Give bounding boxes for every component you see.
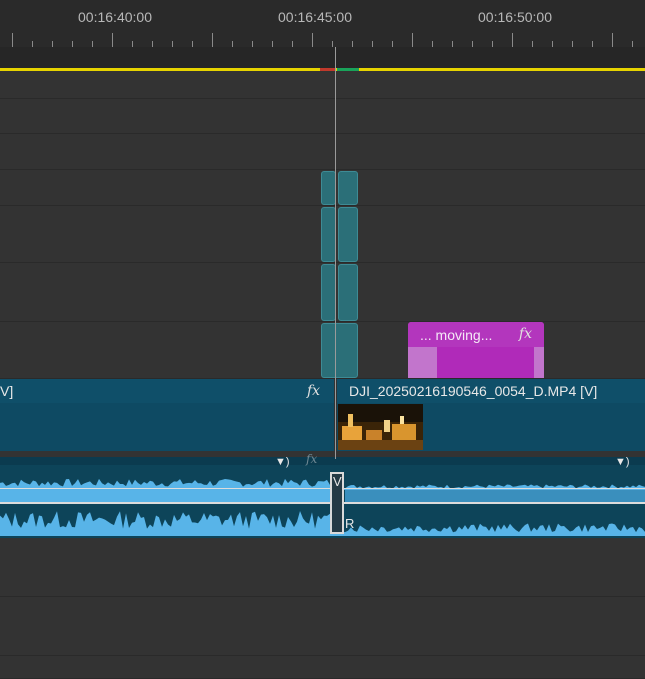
- transition-clip[interactable]: [338, 207, 358, 262]
- video-clip-label: V]: [0, 383, 14, 399]
- ruler-timecode: 00:16:40:00: [78, 9, 152, 25]
- ruler-tick: [512, 33, 513, 47]
- transition-clip[interactable]: [338, 264, 358, 321]
- fx-icon[interactable]: fx: [519, 326, 532, 342]
- ruler-tick: [12, 33, 13, 47]
- audio-waveform: [0, 478, 645, 536]
- timeline-ruler[interactable]: 00:16:40:00 00:16:45:00 00:16:50:00: [0, 0, 645, 47]
- ruler-timecode: 00:16:45:00: [278, 9, 352, 25]
- video-clip[interactable]: V] fx: [0, 379, 334, 451]
- cut-marker-label: R: [345, 516, 355, 531]
- transition-clip[interactable]: [321, 323, 358, 378]
- track-row[interactable]: [0, 597, 645, 656]
- ruler-tick: [312, 33, 313, 47]
- track-row[interactable]: [0, 538, 645, 597]
- fx-icon[interactable]: fx: [306, 452, 317, 466]
- video-clip[interactable]: DJI_20250216190546_0054_D.MP4 [V]: [337, 379, 645, 451]
- track-row[interactable]: [0, 71, 645, 99]
- fx-icon[interactable]: fx: [307, 383, 320, 399]
- ruler-tick: [612, 33, 613, 47]
- speaker-keyframe-icon[interactable]: ▼): [275, 456, 290, 468]
- ruler-tick: [212, 33, 213, 47]
- track-row[interactable]: [0, 656, 645, 679]
- track-row[interactable]: [0, 134, 645, 170]
- ruler-tick: [112, 33, 113, 47]
- cut-marker-label: V: [333, 474, 342, 489]
- title-clip-label: ... moving...: [420, 327, 493, 343]
- video-thumbnail: [338, 404, 423, 450]
- transition-clip[interactable]: [321, 207, 336, 262]
- transition-clip[interactable]: [338, 171, 358, 205]
- ruler-timecode: 00:16:50:00: [478, 9, 552, 25]
- playhead[interactable]: [335, 47, 336, 459]
- video-clip-label: DJI_20250216190546_0054_D.MP4 [V]: [349, 383, 598, 399]
- clip-handle-right[interactable]: [534, 347, 544, 378]
- transition-clip[interactable]: [321, 264, 336, 321]
- title-clip[interactable]: ... moving... fx: [408, 322, 544, 378]
- track-row[interactable]: [0, 99, 645, 134]
- work-area-bar[interactable]: [0, 47, 645, 70]
- speaker-keyframe-icon[interactable]: ▼): [615, 456, 630, 468]
- clip-handle-left[interactable]: [408, 347, 437, 378]
- transition-clip[interactable]: [321, 171, 336, 205]
- ruler-tick: [412, 33, 413, 47]
